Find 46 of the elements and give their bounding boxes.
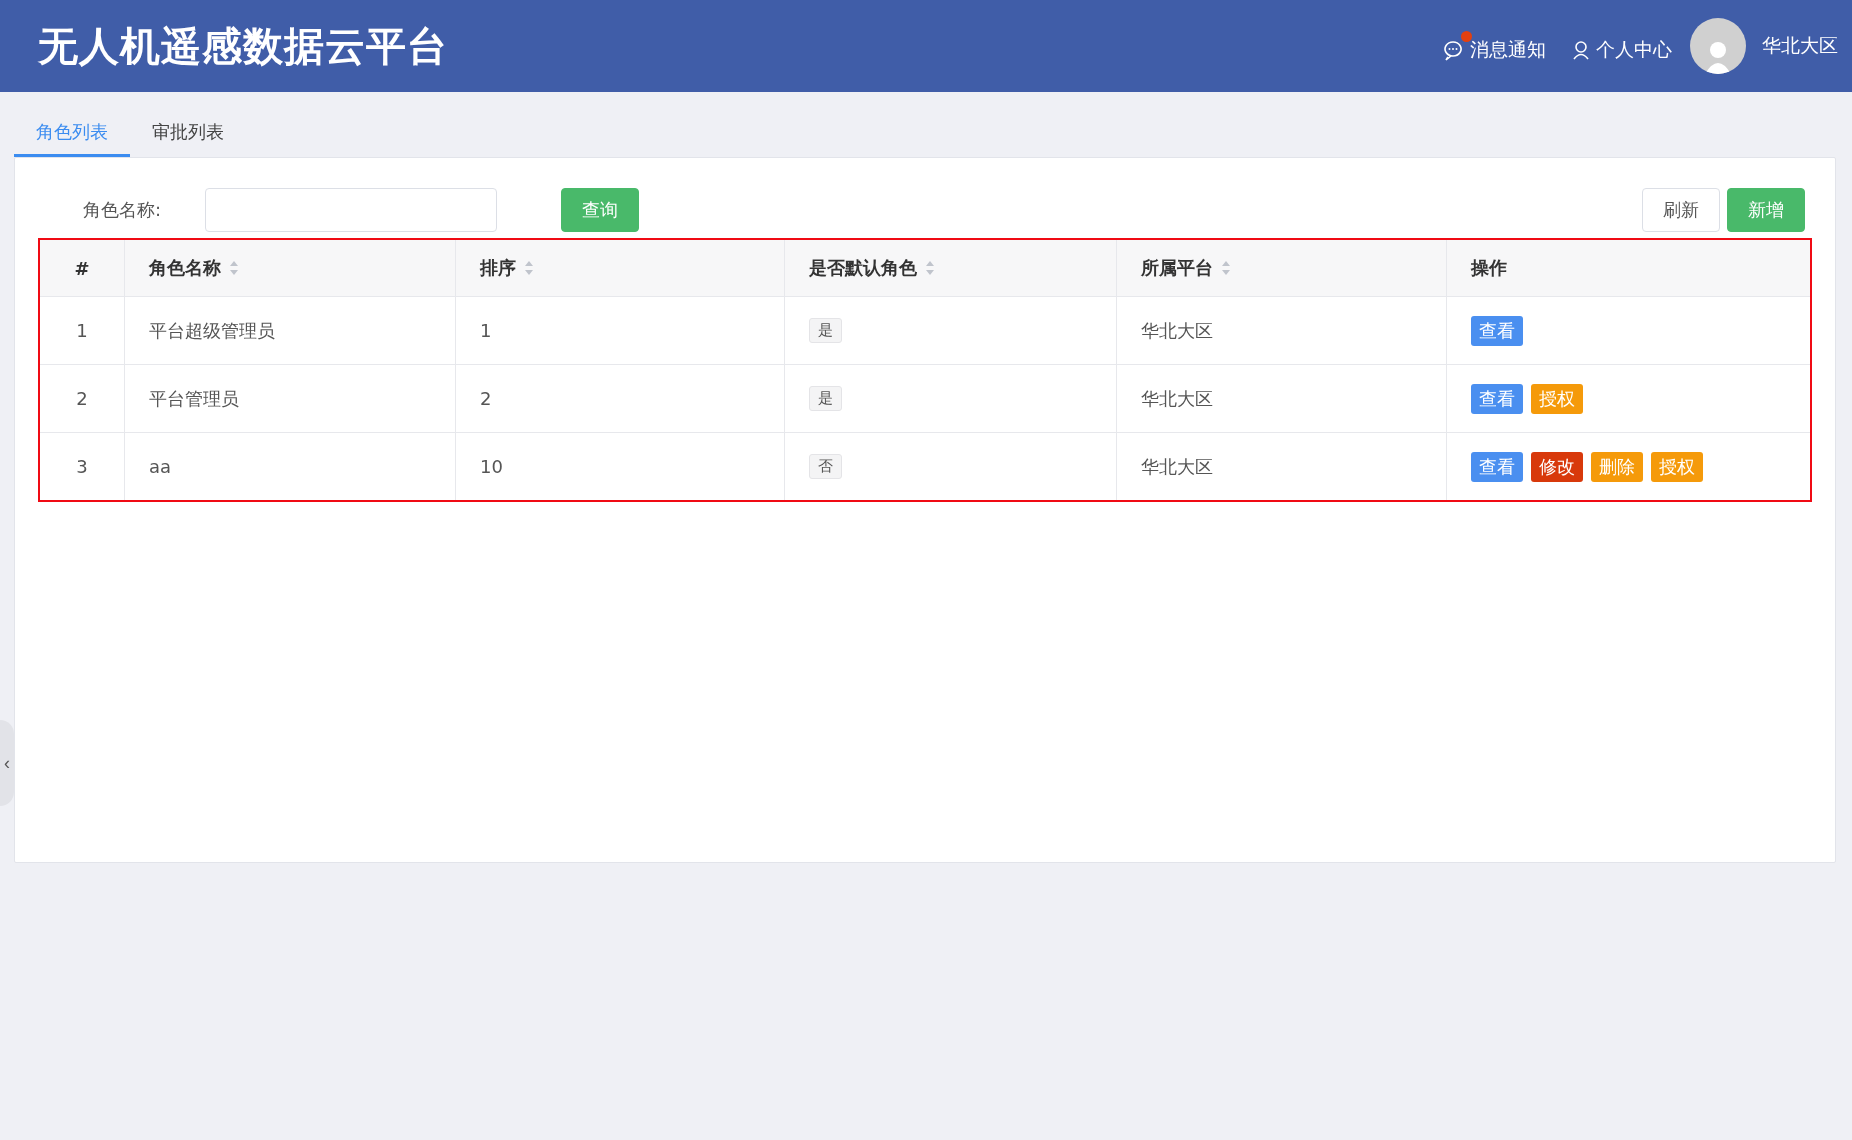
add-button[interactable]: 新增 xyxy=(1727,188,1805,232)
table-cell: 平台超级管理员 xyxy=(149,318,275,343)
table-cell: 华北大区 xyxy=(1141,454,1213,479)
default-tag: 否 xyxy=(809,454,842,479)
app-title: 无人机遥感数据云平台 xyxy=(38,21,449,71)
column-header: 角色名称 xyxy=(149,256,221,280)
table-cell: 1 xyxy=(76,320,88,341)
sort-icon[interactable] xyxy=(229,260,239,276)
profile-link[interactable]: 个人中心 xyxy=(1572,27,1682,65)
column-header: 操作 xyxy=(1471,256,1507,280)
table-cell: 3 xyxy=(76,456,88,477)
notifications-link[interactable]: 消息通知 xyxy=(1442,27,1556,65)
table-cell: 2 xyxy=(76,388,88,409)
chat-icon xyxy=(1442,39,1464,61)
column-header: # xyxy=(74,257,90,279)
sort-icon[interactable] xyxy=(524,260,534,276)
table-cell: aa xyxy=(149,456,172,477)
action-button[interactable]: 删除 xyxy=(1591,451,1643,482)
table-cell: 平台管理员 xyxy=(149,386,239,411)
action-button[interactable]: 查看 xyxy=(1471,383,1523,414)
field-label: 角色名称: xyxy=(83,198,163,222)
region-label: 华北大区 xyxy=(1762,33,1838,58)
table-cell: 10 xyxy=(480,456,503,477)
table-cell: 1 xyxy=(480,320,492,341)
action-button[interactable]: 授权 xyxy=(1651,451,1703,482)
user-icon xyxy=(1572,40,1590,60)
column-header: 排序 xyxy=(480,256,516,280)
collapse-handle[interactable]: ‹ xyxy=(0,720,14,806)
default-tag: 是 xyxy=(809,318,842,343)
table-cell: 华北大区 xyxy=(1141,386,1213,411)
column-header: 是否默认角色 xyxy=(809,256,917,280)
avatar[interactable] xyxy=(1690,18,1746,74)
column-header: 所属平台 xyxy=(1141,256,1213,280)
action-button[interactable]: 修改 xyxy=(1531,451,1583,482)
action-button[interactable]: 查看 xyxy=(1471,451,1523,482)
action-button[interactable]: 查看 xyxy=(1471,315,1523,346)
table-cell: 2 xyxy=(480,388,492,409)
default-tag: 是 xyxy=(809,386,842,411)
action-button[interactable]: 授权 xyxy=(1531,383,1583,414)
tab[interactable]: 审批列表 xyxy=(130,112,246,157)
role-name-field[interactable] xyxy=(205,188,497,232)
sort-icon[interactable] xyxy=(925,260,935,276)
sort-icon[interactable] xyxy=(1221,260,1231,276)
refresh-button[interactable]: 刷新 xyxy=(1642,188,1720,232)
search-button[interactable]: 查询 xyxy=(561,188,639,232)
table-cell: 华北大区 xyxy=(1141,318,1213,343)
